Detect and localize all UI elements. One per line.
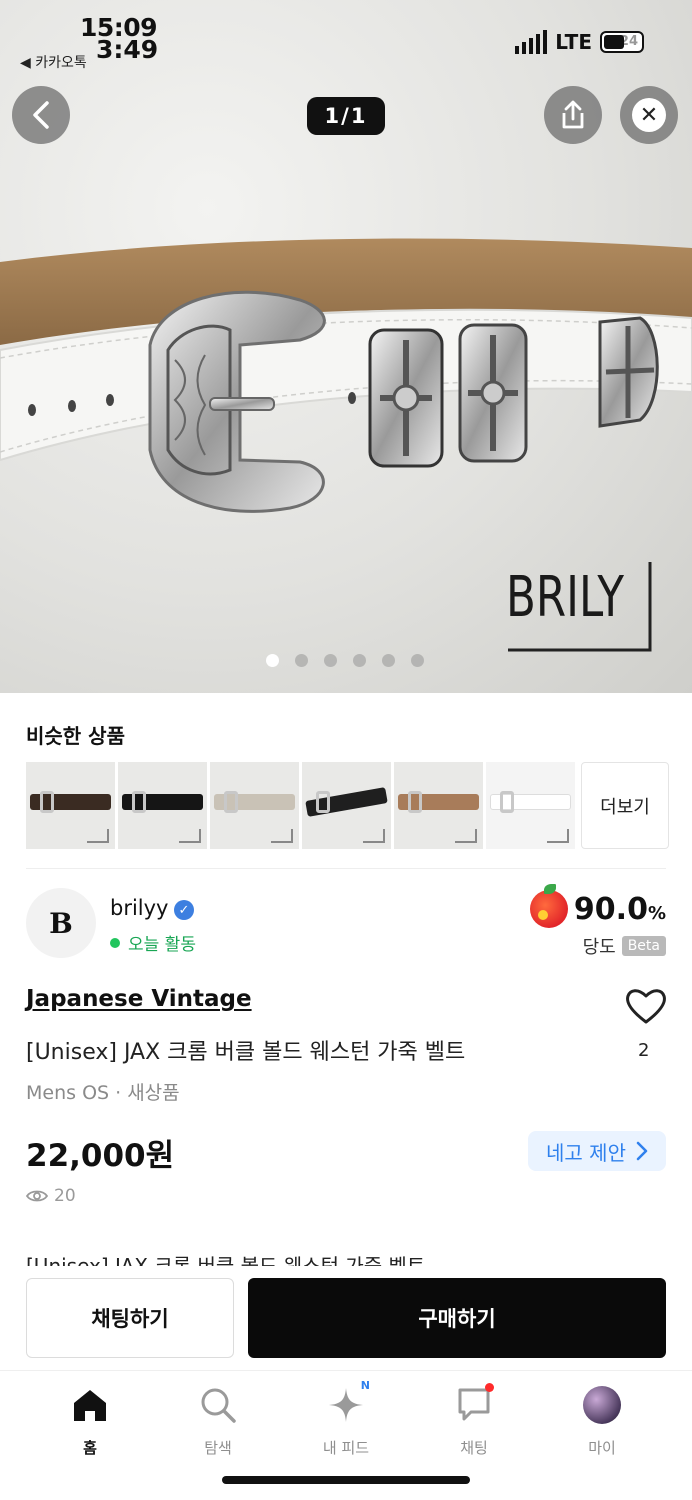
tab-label: 채팅 (460, 1439, 488, 1457)
brand-watermark-text: BRILY (506, 565, 625, 626)
seller-activity-label: 오늘 활동 (128, 935, 196, 955)
chevron-right-icon (636, 1141, 648, 1161)
tab-search[interactable]: 탐색 (168, 1385, 268, 1458)
buckle-shape (132, 791, 146, 813)
share-button[interactable] (544, 86, 602, 144)
product-price: 22,000원 (26, 1138, 175, 1174)
buckle-shape (316, 791, 330, 813)
similar-items-row: 더보기 (26, 762, 669, 849)
gallery-dot[interactable] (324, 654, 337, 667)
view-count-value: 20 (54, 1186, 76, 1206)
seller-avatar[interactable]: B (26, 888, 96, 958)
chevron-left-icon (33, 101, 49, 129)
battery-level: 24 (619, 34, 638, 49)
gallery-dot[interactable] (266, 654, 279, 667)
gallery-dot[interactable] (382, 654, 395, 667)
new-badge: N (360, 1379, 370, 1392)
gallery-dot[interactable] (295, 654, 308, 667)
divider (26, 868, 666, 869)
fruit-icon (529, 884, 568, 928)
signal-icon (515, 30, 548, 54)
tab-chat[interactable]: 채팅 (424, 1383, 524, 1458)
score-number: 90.0 (573, 891, 648, 927)
gallery-dots (266, 654, 424, 667)
chat-icon (454, 1383, 494, 1425)
sweetness-score[interactable]: 90.0% (529, 884, 666, 928)
heart-icon[interactable] (624, 986, 668, 1026)
similar-item[interactable] (210, 762, 299, 849)
tab-label: 마이 (588, 1439, 616, 1457)
similar-section-title: 비슷한 상품 (26, 724, 125, 748)
more-similar-button[interactable]: 더보기 (581, 762, 669, 849)
similar-item[interactable] (26, 762, 115, 849)
product-title: [Unisex] JAX 크롬 버클 볼드 웨스턴 가죽 벨트 (26, 1040, 466, 1065)
score-value: 90.0% (574, 892, 666, 927)
tab-label: 홈 (83, 1439, 97, 1457)
buy-button[interactable]: 구매하기 (248, 1278, 666, 1358)
negotiate-button[interactable]: 네고 제안 (528, 1131, 666, 1171)
similar-item[interactable] (486, 762, 575, 849)
buckle-shape (40, 791, 54, 813)
product-brand[interactable]: Japanese Vintage (26, 986, 252, 1012)
search-icon (198, 1385, 238, 1425)
buckle-shape (408, 791, 422, 813)
status-indicators: LTE 24 (515, 30, 644, 54)
product-image-gallery[interactable]: 15:09 3:49 ◀ 카카오톡 LTE 24 1/1 ✕ BRILY (0, 0, 692, 693)
watermark-mark (271, 829, 293, 843)
like-count: 2 (638, 1040, 650, 1061)
similar-item[interactable] (394, 762, 483, 849)
verified-icon: ✓ (174, 900, 194, 920)
image-counter: 1/1 (307, 97, 385, 135)
back-button[interactable] (12, 86, 70, 144)
seller-name[interactable]: brilyy (110, 896, 169, 920)
tab-label: 내 피드 (322, 1439, 370, 1457)
sweetness-label-row: 당도 Beta (583, 933, 666, 959)
buckle-shape (500, 791, 514, 813)
sparkle-icon: N (326, 1379, 370, 1425)
tab-label: 탐색 (204, 1439, 232, 1457)
seller-activity: 오늘 활동 (110, 930, 196, 955)
chat-button[interactable]: 채팅하기 (26, 1278, 234, 1358)
watermark-mark (455, 829, 477, 843)
status-back-to-app[interactable]: ◀ 카카오톡 (20, 52, 87, 72)
online-dot-icon (110, 937, 120, 948)
unread-dot (485, 1383, 494, 1392)
tab-home[interactable]: 홈 (40, 1385, 140, 1458)
profile-avatar (582, 1385, 622, 1425)
gallery-dot[interactable] (411, 654, 424, 667)
gallery-dot[interactable] (353, 654, 366, 667)
close-button[interactable]: ✕ (620, 86, 678, 144)
watermark-mark (179, 829, 201, 843)
similar-item[interactable] (118, 762, 207, 849)
avatar (583, 1386, 621, 1424)
watermark-mark (547, 829, 569, 843)
home-indicator (222, 1476, 470, 1484)
eye-icon (26, 1190, 48, 1202)
buckle-shape (224, 791, 238, 813)
battery-icon: 24 (600, 31, 644, 53)
similar-item[interactable] (302, 762, 391, 849)
description-preview-text: [Unisex] JAX 크롬 버클 볼드 웨스턴 가죽 벨트 (26, 1254, 426, 1266)
watermark-mark (363, 829, 385, 843)
tab-my[interactable]: 마이 (552, 1385, 652, 1458)
status-time-secondary: 3:49 (96, 35, 159, 64)
close-icon: ✕ (632, 98, 666, 132)
home-icon (70, 1385, 110, 1425)
share-icon (562, 100, 584, 129)
brand-watermark: BRILY (506, 565, 625, 626)
product-meta: Mens OS · 새상품 (26, 1082, 180, 1104)
view-count: 20 (26, 1186, 76, 1206)
negotiate-label: 네고 제안 (546, 1140, 626, 1165)
sweetness-label: 당도 (582, 937, 616, 958)
tab-my-feed[interactable]: N 내 피드 (296, 1379, 396, 1458)
network-label: LTE (555, 30, 592, 54)
score-unit: % (647, 902, 666, 924)
watermark-mark (87, 829, 109, 843)
description-preview: [Unisex] JAX 크롬 버클 볼드 웨스턴 가죽 벨트 (26, 1252, 686, 1266)
beta-badge: Beta (621, 936, 666, 956)
